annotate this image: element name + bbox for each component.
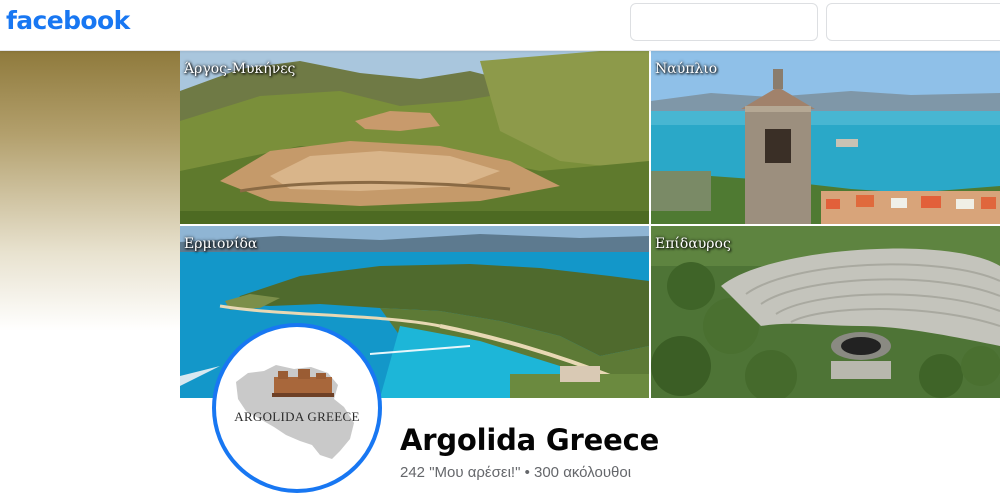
- password-field[interactable]: [826, 3, 1000, 41]
- profile-picture[interactable]: ARGOLIDA GREECE: [212, 323, 382, 493]
- panel-label-epidavros: Επίδαυρος: [655, 236, 731, 252]
- argolida-map-logo: [236, 365, 354, 459]
- cover-panel-epidavros: Επίδαυρος: [651, 226, 1000, 398]
- cover-panel-argos-mykines: Άργος-Μυκήνες: [180, 51, 649, 224]
- likes-count[interactable]: 242 "Μου αρέσει!": [400, 464, 520, 481]
- page-stats: 242 "Μου αρέσει!" • 300 ακόλουθοι: [400, 464, 631, 481]
- cover-background-fill: [0, 51, 180, 331]
- page-title[interactable]: Argolida Greece: [400, 423, 659, 457]
- cover-panel-nafplio: Ναύπλιο: [651, 51, 1000, 224]
- stats-separator: •: [524, 464, 530, 481]
- cover-divider-horizontal: [180, 224, 1000, 226]
- profile-picture-text: ARGOLIDA GREECE: [234, 409, 360, 424]
- top-navigation-bar: facebook: [0, 0, 1000, 51]
- email-field[interactable]: [630, 3, 818, 41]
- facebook-logo[interactable]: facebook: [6, 6, 130, 35]
- panel-label-nafplio: Ναύπλιο: [655, 61, 718, 77]
- panel-label-argos-mykines: Άργος-Μυκήνες: [184, 61, 296, 77]
- panel-label-ermionida: Ερμιονίδα: [184, 236, 258, 252]
- followers-count[interactable]: 300 ακόλουθοι: [534, 464, 631, 481]
